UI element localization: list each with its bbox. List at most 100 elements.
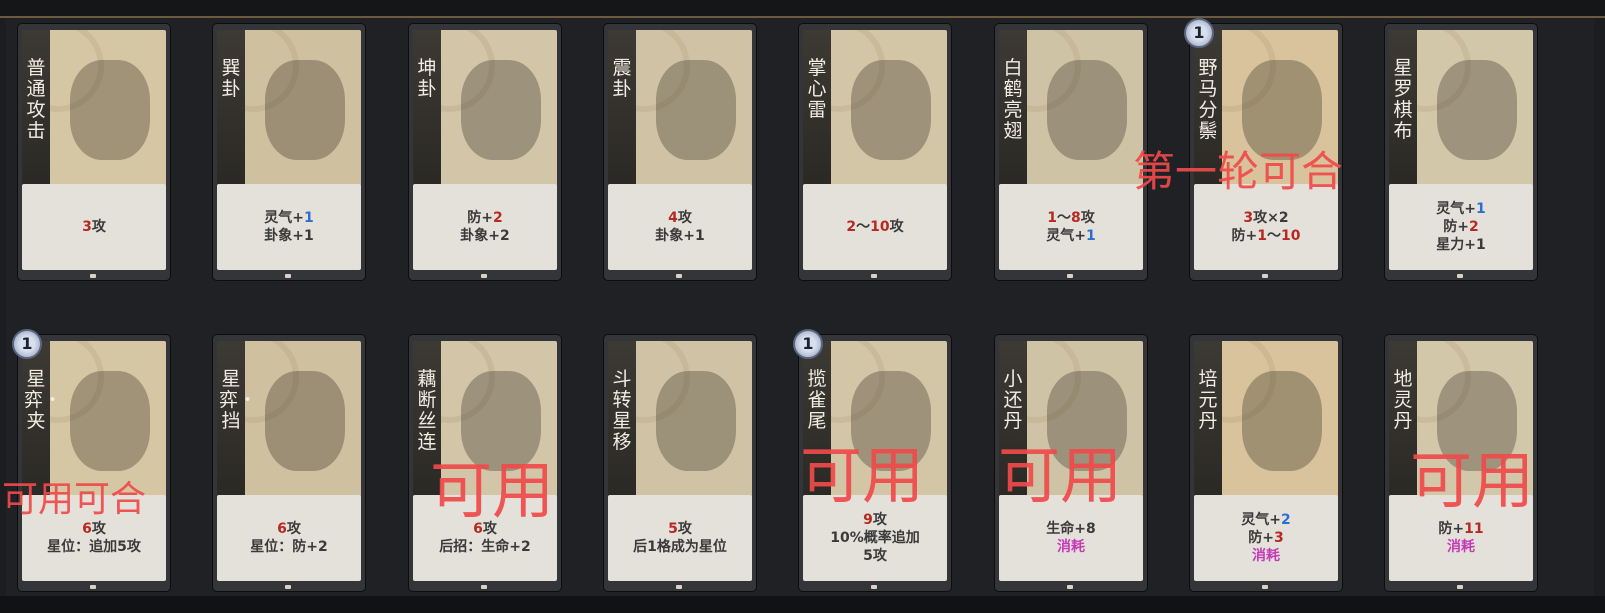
card-effect-text: 卦象+2 xyxy=(460,228,510,244)
card-name: 巽卦 xyxy=(221,57,241,100)
card-indicator xyxy=(871,274,877,278)
card-effect-text: 1 xyxy=(1475,201,1486,217)
card-effect-text: 后招：生命+2 xyxy=(439,539,531,555)
card-effect-text: 灵气+ xyxy=(1046,228,1086,244)
card-name: 揽雀尾 xyxy=(807,368,827,432)
card-effect-text: 1 xyxy=(1047,210,1057,226)
card-indicator xyxy=(1457,585,1463,589)
card-effect-text: 5攻 xyxy=(863,548,887,564)
bottom-border xyxy=(0,596,1605,613)
card-effect-text: 10 xyxy=(1281,228,1301,244)
card-effect-text: 卦象+1 xyxy=(655,228,705,244)
card-indicator xyxy=(1262,274,1268,278)
card-illustration-icon xyxy=(656,60,736,160)
card-effect-text: 攻 xyxy=(677,521,692,537)
skill-card[interactable]: 星弈・夹 6攻 星位：追加5攻 xyxy=(18,335,170,591)
card-effect-text: 2 xyxy=(1280,512,1291,528)
card-effect-line: 星位：防+2 xyxy=(250,538,327,556)
card-effect-text: 〜 xyxy=(1267,228,1281,244)
card-effect-line: 后招：生命+2 xyxy=(439,538,530,556)
card-effect-text: 〜 xyxy=(856,219,871,235)
card-name-banner xyxy=(217,30,245,186)
card-name: 星罗棋布 xyxy=(1393,57,1413,142)
level-badge-icon: 1 xyxy=(12,329,42,359)
card-description: 1〜8攻 灵气+1 xyxy=(999,184,1143,270)
card-effect-text: 1 xyxy=(303,210,314,226)
top-border xyxy=(0,0,1605,18)
card-effect-line: 防+2 xyxy=(1443,218,1478,236)
card-effect-line: 5攻 xyxy=(668,520,692,538)
card-effect-line: 3攻×2 xyxy=(1243,209,1288,227)
card-effect-text: 防+ xyxy=(1231,228,1258,244)
card-effect-text: 攻 xyxy=(677,210,692,226)
card-effect-text: 5 xyxy=(668,521,678,537)
card-illustration-icon xyxy=(70,60,150,160)
handwritten-annotation: 可用 xyxy=(998,439,1123,512)
card-effect-text: 8 xyxy=(1071,210,1081,226)
card-effect-line: 灵气+1 xyxy=(1436,200,1485,218)
card-illustration-icon xyxy=(1437,60,1517,160)
card-indicator xyxy=(1457,274,1463,278)
skill-card[interactable]: 培元丹 灵气+2 防+3 消耗 xyxy=(1190,335,1342,591)
card-effect-text: 1 xyxy=(1085,228,1096,244)
card-name: 掌心雷 xyxy=(807,57,827,121)
card-indicator xyxy=(481,585,487,589)
card-effect-line: 卦象+2 xyxy=(460,227,509,245)
card-illustration-icon xyxy=(851,60,931,160)
card-description: 5攻 后1格成为星位 xyxy=(608,495,752,581)
card-effect-line: 1〜8攻 xyxy=(1047,209,1095,227)
card-effect-line: 4攻 xyxy=(668,209,692,227)
card-description: 灵气+2 防+3 消耗 xyxy=(1194,495,1338,581)
skill-card[interactable]: 震卦 4攻 卦象+1 xyxy=(604,24,756,280)
card-effect-text: 3 xyxy=(82,219,92,235)
card-indicator xyxy=(90,585,96,589)
card-effect-text: 2 xyxy=(846,219,857,235)
card-effect-line: 防+2 xyxy=(467,209,502,227)
card-name: 斗转星移 xyxy=(612,368,632,453)
skill-card[interactable]: 白鹤亮翅 1〜8攻 灵气+1 xyxy=(995,24,1147,280)
card-effect-text: 消耗 xyxy=(1057,539,1085,555)
card-name: 野马分鬃 xyxy=(1198,57,1218,142)
card-effect-line: 6攻 xyxy=(82,520,106,538)
skill-card[interactable]: 斗转星移 5攻 后1格成为星位 xyxy=(604,335,756,591)
card-effect-line: 消耗 xyxy=(1252,547,1280,565)
card-illustration-icon xyxy=(461,60,541,160)
card-effect-line: 5攻 xyxy=(863,547,887,565)
card-effect-line: 防+1〜10 xyxy=(1232,227,1301,245)
card-effect-line: 生命+8 xyxy=(1046,520,1095,538)
card-name: 培元丹 xyxy=(1198,368,1218,432)
card-effect-text: 防+ xyxy=(467,210,493,226)
card-effect-text: 攻 xyxy=(91,219,106,235)
card-effect-line: 卦象+1 xyxy=(264,227,313,245)
card-effect-text: 〜 xyxy=(1057,210,1071,226)
card-effect-text: 消耗 xyxy=(1252,548,1280,564)
card-description: 灵气+1 卦象+1 xyxy=(217,184,361,270)
card-effect-line: 防+11 xyxy=(1438,520,1483,538)
card-illustration-icon xyxy=(1242,371,1322,471)
card-name: 星弈・夹 xyxy=(24,368,63,432)
handwritten-annotation: 可用可合 xyxy=(2,479,147,520)
skill-card[interactable]: 坤卦 防+2 卦象+2 xyxy=(409,24,561,280)
skill-card[interactable]: 星罗棋布灵气+1 防+2 星力+1 xyxy=(1385,24,1537,280)
card-effect-line: 消耗 xyxy=(1447,538,1475,556)
card-name: 白鹤亮翅 xyxy=(1003,57,1023,142)
level-badge-icon: 1 xyxy=(793,329,823,359)
card-effect-text: 星力+1 xyxy=(1436,237,1486,253)
card-effect-text: 后1格成为星位 xyxy=(633,539,727,555)
skill-card[interactable]: 掌心雷 2〜10攻 xyxy=(799,24,951,280)
card-effect-text: 6 xyxy=(277,521,287,537)
card-effect-text: 6 xyxy=(82,521,92,537)
skill-card[interactable]: 普通攻击 3攻 xyxy=(18,24,170,280)
card-effect-text: 星位：防+2 xyxy=(250,539,328,555)
card-indicator xyxy=(1262,585,1268,589)
card-name: 地灵丹 xyxy=(1393,368,1413,432)
skill-card[interactable]: 星弈・挡 6攻 星位：防+2 xyxy=(213,335,365,591)
card-name: 小还丹 xyxy=(1003,368,1023,432)
card-effect-text: 灵气+ xyxy=(1241,512,1281,528)
skill-card[interactable]: 巽卦灵气+1 卦象+1 xyxy=(213,24,365,280)
card-effect-text: 防+ xyxy=(1443,219,1469,235)
card-indicator xyxy=(285,274,291,278)
card-indicator xyxy=(676,274,682,278)
card-effect-text: 防+ xyxy=(1248,530,1274,546)
card-indicator xyxy=(676,585,682,589)
